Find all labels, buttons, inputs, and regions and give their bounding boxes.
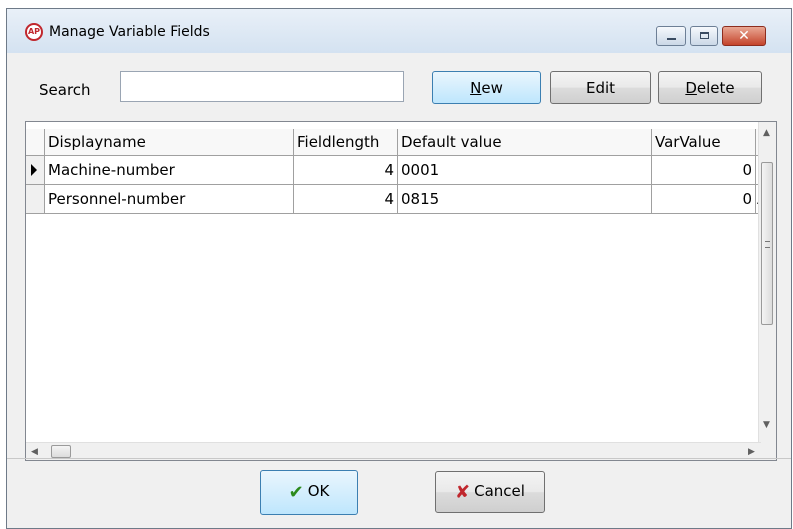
cancel-x-icon: ✘ bbox=[455, 481, 471, 503]
scroll-up-arrow-icon[interactable]: ▲ bbox=[763, 128, 770, 138]
window-title: Manage Variable Fields bbox=[49, 24, 210, 40]
cell-default-value[interactable]: 0001 bbox=[398, 156, 652, 184]
table-row[interactable]: Machine-number 4 0001 0 M bbox=[26, 156, 770, 185]
cancel-button[interactable]: ✘ Cancel bbox=[435, 471, 545, 513]
new-button[interactable]: New bbox=[432, 71, 541, 104]
column-header-displayname[interactable]: Displayname bbox=[45, 129, 294, 155]
cell-displayname[interactable]: Personnel-number bbox=[45, 185, 294, 213]
edit-button[interactable]: Edit bbox=[550, 71, 651, 104]
scroll-right-arrow-icon[interactable]: ▶ bbox=[748, 447, 755, 457]
title-bar[interactable]: AP Manage Variable Fields ✕ bbox=[7, 9, 791, 53]
grid-header: Displayname Fieldlength Default value Va… bbox=[26, 129, 776, 156]
delete-button-label: elete bbox=[696, 78, 735, 97]
minimize-button[interactable] bbox=[656, 26, 686, 46]
scroll-grip-icon bbox=[765, 241, 770, 248]
cell-varvalue[interactable]: 0 bbox=[652, 156, 756, 184]
scroll-left-arrow-icon[interactable]: ◀ bbox=[31, 447, 38, 457]
ok-button-label: OK bbox=[307, 482, 330, 500]
edit-button-label: Edit bbox=[585, 78, 616, 97]
ok-button[interactable]: ✔ OK bbox=[260, 470, 358, 515]
cell-default-value[interactable]: 0815 bbox=[398, 185, 652, 213]
table-row[interactable]: Personnel-number 4 0815 0 A bbox=[26, 185, 767, 214]
header-indicator-cell bbox=[26, 129, 45, 155]
manage-variable-fields-window: AP Manage Variable Fields ✕ Search New E… bbox=[6, 8, 792, 529]
search-label: Search bbox=[39, 81, 91, 99]
vertical-scrollbar[interactable]: ▲ ▼ bbox=[758, 122, 776, 444]
current-row-pointer-icon bbox=[31, 164, 37, 176]
variable-fields-grid[interactable]: Displayname Fieldlength Default value Va… bbox=[25, 121, 777, 461]
new-button-label: ew bbox=[481, 78, 503, 97]
new-button-mnemonic: N bbox=[470, 78, 482, 97]
cell-displayname[interactable]: Machine-number bbox=[45, 156, 294, 184]
cancel-button-label: Cancel bbox=[474, 481, 525, 500]
app-logo-icon: AP bbox=[25, 23, 43, 41]
maximize-button[interactable] bbox=[690, 26, 718, 46]
close-icon: ✕ bbox=[738, 28, 750, 44]
cell-fieldlength[interactable]: 4 bbox=[294, 185, 398, 213]
column-header-fieldlength[interactable]: Fieldlength bbox=[294, 129, 398, 155]
maximize-icon bbox=[700, 32, 709, 39]
minimize-icon bbox=[667, 38, 676, 40]
close-button[interactable]: ✕ bbox=[722, 26, 766, 46]
scroll-down-arrow-icon[interactable]: ▼ bbox=[763, 420, 770, 430]
vertical-scroll-thumb[interactable] bbox=[761, 162, 773, 325]
cell-fieldlength[interactable]: 4 bbox=[294, 156, 398, 184]
footer-divider bbox=[7, 458, 791, 459]
horizontal-scroll-thumb[interactable] bbox=[51, 445, 71, 458]
delete-button-mnemonic: D bbox=[685, 78, 697, 97]
column-header-default-value[interactable]: Default value bbox=[398, 129, 652, 155]
column-header-varvalue[interactable]: VarValue bbox=[652, 129, 756, 155]
row-indicator bbox=[26, 156, 45, 184]
cell-varvalue[interactable]: 0 bbox=[652, 185, 756, 213]
search-input[interactable] bbox=[120, 71, 404, 102]
checkmark-icon: ✔ bbox=[288, 482, 304, 503]
row-indicator bbox=[26, 185, 45, 213]
delete-button[interactable]: Delete bbox=[658, 71, 762, 104]
